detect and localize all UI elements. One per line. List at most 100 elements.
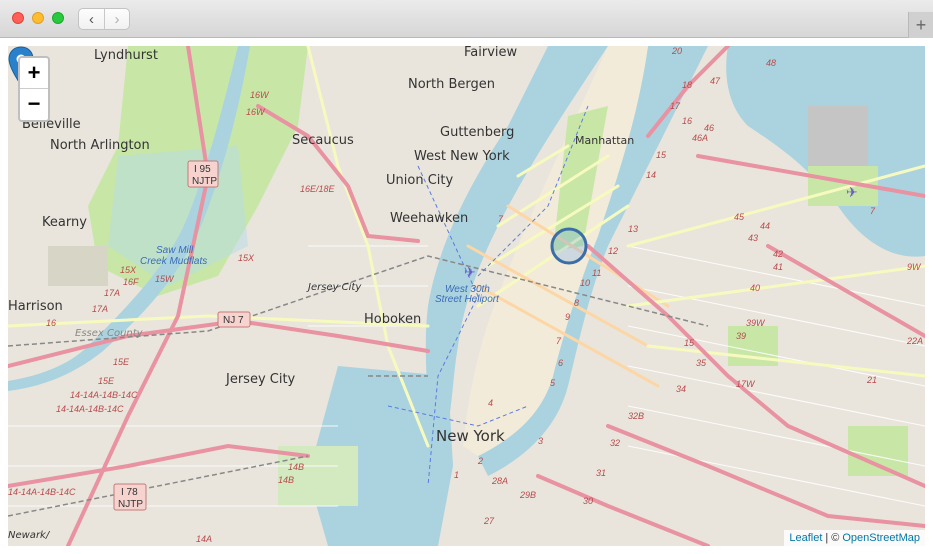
- marker-place-label: New York: [436, 427, 505, 445]
- exit-label: 15: [684, 338, 695, 348]
- exit-label: 29B: [519, 490, 536, 500]
- exit-label: 15X: [120, 265, 137, 275]
- place-label: Jersey City: [306, 282, 362, 293]
- exit-label: 39: [736, 331, 746, 341]
- exit-label: 32: [610, 438, 620, 448]
- back-button[interactable]: ‹: [79, 9, 104, 29]
- water-label: Saw Mill: [156, 245, 194, 256]
- place-label: Hoboken: [364, 312, 421, 327]
- map-container[interactable]: Lyndhurst Fairview North Bergen Bellevil…: [8, 46, 925, 546]
- airport-icon: ✈: [846, 184, 858, 200]
- exit-label: 46: [704, 123, 714, 133]
- place-label: Manhattan: [575, 134, 634, 147]
- attribution: Leaflet | © OpenStreetMap: [784, 530, 925, 546]
- park-area-3: [848, 426, 908, 476]
- place-label: West New York: [414, 149, 510, 164]
- exit-label: 47: [710, 76, 721, 86]
- place-label: North Arlington: [50, 138, 150, 153]
- exit-label: 15X: [238, 253, 255, 263]
- exit-label: 32B: [628, 411, 644, 421]
- place-label: Guttenberg: [440, 125, 514, 140]
- exit-label: 12: [608, 246, 618, 256]
- exit-label: 44: [760, 221, 770, 231]
- plus-icon: +: [915, 14, 927, 35]
- shield-label: NJTP: [192, 176, 217, 187]
- exit-label: 9W: [907, 262, 922, 272]
- circle-overlay[interactable]: [550, 227, 588, 265]
- exit-label: 17W: [736, 379, 756, 389]
- zoom-in-button[interactable]: +: [20, 58, 48, 88]
- leaflet-link[interactable]: Leaflet: [789, 532, 822, 544]
- place-label: North Bergen: [408, 77, 495, 92]
- nav-buttons: ‹ ›: [78, 8, 130, 30]
- exit-label: 18: [682, 80, 692, 90]
- exit-label: 16W: [246, 107, 266, 117]
- title-bar: ‹ › +: [0, 0, 933, 38]
- close-button[interactable]: [12, 12, 24, 24]
- place-label: Newark/: [8, 530, 51, 541]
- chevron-left-icon: ‹: [88, 10, 94, 28]
- exit-label: 39W: [746, 318, 766, 328]
- exit-label: 11: [592, 268, 601, 278]
- exit-label: 1: [454, 470, 459, 480]
- place-label: Jersey City: [225, 372, 296, 387]
- exit-label: 16: [46, 318, 56, 328]
- exit-label: 42: [773, 249, 783, 259]
- place-label: Weehawken: [390, 211, 468, 226]
- forward-button[interactable]: ›: [103, 9, 129, 29]
- exit-label: 34: [676, 384, 686, 394]
- exit-label: 16W: [250, 90, 270, 100]
- exit-label: 14-14A-14B-14C: [8, 487, 76, 497]
- place-label: Fairview: [464, 46, 518, 60]
- exit-label: 22A: [906, 336, 923, 346]
- zoom-control: + −: [18, 56, 50, 122]
- place-label: Harrison: [8, 299, 63, 314]
- exit-label: 20: [671, 46, 682, 56]
- exit-label: 40: [750, 283, 760, 293]
- place-label: Lyndhurst: [94, 48, 158, 63]
- exit-label: 14-14A-14B-14C: [56, 404, 124, 414]
- map-tiles[interactable]: Lyndhurst Fairview North Bergen Bellevil…: [8, 46, 925, 546]
- exit-label: 48: [766, 58, 776, 68]
- landfill-area: [48, 246, 108, 286]
- exit-label: 27: [483, 516, 495, 526]
- rikers-island: [808, 106, 868, 166]
- maximize-button[interactable]: [52, 12, 64, 24]
- exit-label: 14-14A-14B-14C: [70, 390, 138, 400]
- exit-label: 10: [580, 278, 590, 288]
- exit-label: 14: [646, 170, 656, 180]
- shield-label: I 95: [194, 164, 211, 175]
- new-tab-button[interactable]: +: [908, 12, 933, 38]
- exit-label: 30: [583, 496, 593, 506]
- shield-label: I 78: [121, 487, 138, 498]
- exit-label: 43: [748, 233, 758, 243]
- place-label: Secaucus: [292, 133, 354, 148]
- exit-label: 14B: [288, 462, 304, 472]
- exit-label: 15E: [113, 357, 130, 367]
- exit-label: 2: [477, 456, 483, 466]
- exit-label: 13: [628, 224, 638, 234]
- chevron-right-icon: ›: [114, 10, 120, 28]
- shield-label: NJ 7: [223, 315, 244, 326]
- exit-label: 35: [696, 358, 707, 368]
- osm-link[interactable]: OpenStreetMap: [842, 532, 920, 544]
- exit-label: 15: [656, 150, 667, 160]
- copyright-symbol: ©: [831, 532, 840, 544]
- exit-label: 46A: [692, 133, 708, 143]
- exit-label: 9: [565, 312, 570, 322]
- exit-label: 15W: [155, 274, 175, 284]
- exit-label: 45: [734, 212, 745, 222]
- exit-label: 17A: [104, 288, 120, 298]
- shield-label: NJTP: [118, 499, 143, 510]
- exit-label: 16E/18E: [300, 184, 336, 194]
- exit-label: 28A: [491, 476, 508, 486]
- attribution-separator: |: [825, 532, 829, 544]
- place-label: Kearny: [42, 215, 87, 230]
- water-label: Creek Mudflats: [140, 256, 207, 267]
- minimize-button[interactable]: [32, 12, 44, 24]
- exit-label: 6: [558, 358, 563, 368]
- zoom-out-button[interactable]: −: [20, 88, 48, 118]
- exit-label: 16F: [123, 277, 139, 287]
- place-label: Union City: [386, 173, 453, 188]
- exit-label: 3: [538, 436, 543, 446]
